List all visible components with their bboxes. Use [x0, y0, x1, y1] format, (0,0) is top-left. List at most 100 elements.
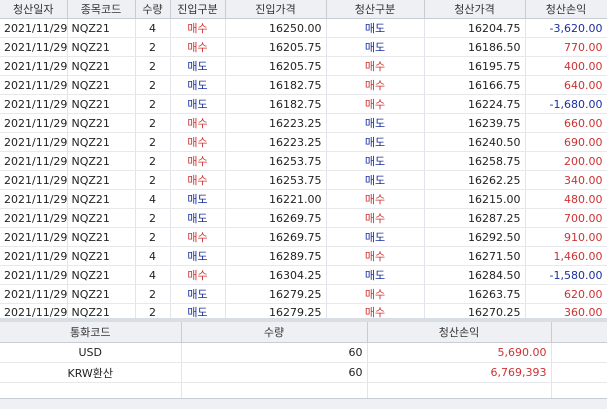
trade-exit-side: 매수 — [326, 75, 425, 95]
col-header-close-date[interactable]: 청산일자 — [0, 0, 68, 19]
table-row[interactable]: 2021/11/29 NQZ21 2 매수 16253.75 매도 16262.25 340.… — [0, 170, 607, 190]
table-row[interactable]: 2021/11/29 NQZ21 2 매도 16205.75 매수 16195.75 400.… — [0, 56, 607, 76]
trade-exit-side: 매수 — [326, 208, 425, 228]
trade-close-date: 2021/11/29 — [0, 94, 68, 114]
trade-close-date: 2021/11/29 — [0, 113, 68, 133]
summary-quantity: 60 — [181, 342, 368, 363]
trade-exit-side: 매수 — [326, 189, 425, 209]
trade-entry-price: 16250.00 — [225, 18, 327, 38]
trade-symbol: NQZ21 — [67, 227, 136, 247]
trade-pnl: 690.00 — [525, 132, 607, 152]
trade-entry-side: 매도 — [170, 189, 226, 209]
table-row[interactable]: 2021/11/29 NQZ21 2 매수 16205.75 매도 16186.50 770.… — [0, 37, 607, 57]
table-row[interactable]: 2021/11/29 NQZ21 2 매도 16279.25 매수 16263.75 620.… — [0, 284, 607, 304]
trade-close-date: 2021/11/29 — [0, 227, 68, 247]
trade-symbol: NQZ21 — [67, 18, 136, 38]
table-row[interactable]: 2021/11/29 NQZ21 2 매도 16269.75 매수 16287.25 700.… — [0, 208, 607, 228]
trade-rows: 2021/11/29 NQZ21 4 매수 16250.00 매도 16204.75 -3,6… — [0, 18, 607, 321]
trade-entry-price: 16253.75 — [225, 151, 327, 171]
trade-symbol: NQZ21 — [67, 56, 136, 76]
trade-exit-price: 16195.75 — [424, 56, 526, 76]
trade-entry-side: 매도 — [170, 75, 226, 95]
table-row[interactable]: 2021/11/29 NQZ21 2 매수 16253.75 매도 16258.75 200.… — [0, 151, 607, 171]
trade-symbol: NQZ21 — [67, 246, 136, 266]
trade-exit-price: 16271.50 — [424, 246, 526, 266]
trade-pnl: 1,460.00 — [525, 246, 607, 266]
trade-pnl: 700.00 — [525, 208, 607, 228]
trade-quantity: 2 — [135, 208, 171, 228]
trade-quantity: 2 — [135, 37, 171, 57]
table-row[interactable]: 2021/11/29 NQZ21 2 매수 16223.25 매도 16239.75 660.… — [0, 113, 607, 133]
trade-symbol: NQZ21 — [67, 94, 136, 114]
trade-close-date: 2021/11/29 — [0, 18, 68, 38]
summary-blank — [551, 342, 607, 363]
trade-quantity: 2 — [135, 151, 171, 171]
summary-pnl: 6,769,393 — [367, 362, 552, 383]
trade-close-date: 2021/11/29 — [0, 284, 68, 304]
trade-entry-price: 16269.75 — [225, 227, 327, 247]
trade-exit-side: 매도 — [326, 18, 425, 38]
summary-blank — [551, 362, 607, 383]
table-row[interactable]: 2021/11/29 NQZ21 4 매도 16289.75 매수 16271.50 1,46… — [0, 246, 607, 266]
col-header-pnl[interactable]: 청산손익 — [525, 0, 607, 19]
trade-quantity: 4 — [135, 265, 171, 285]
trade-entry-price: 16289.75 — [225, 246, 327, 266]
table-row[interactable]: 2021/11/29 NQZ21 2 매수 16269.75 매도 16292.50 910.… — [0, 227, 607, 247]
trade-entry-side: 매수 — [170, 113, 226, 133]
trade-history-table: 청산일자 종목코드 수량 진입구분 진입가격 청산구분 청산가격 청산손익 20… — [0, 0, 607, 321]
trade-pnl: -1,580.00 — [525, 265, 607, 285]
table-row[interactable]: 2021/11/29 NQZ21 4 매수 16304.25 매도 16284.50 -1,5… — [0, 265, 607, 285]
trade-exit-side: 매도 — [326, 227, 425, 247]
trade-exit-side: 매도 — [326, 151, 425, 171]
trade-quantity: 2 — [135, 227, 171, 247]
col-header-quantity[interactable]: 수량 — [135, 0, 171, 19]
trade-close-date: 2021/11/29 — [0, 56, 68, 76]
table-row[interactable]: 2021/11/29 NQZ21 2 매도 16182.75 매수 16166.75 640.… — [0, 75, 607, 95]
trade-symbol: NQZ21 — [67, 75, 136, 95]
trade-quantity: 2 — [135, 132, 171, 152]
trade-quantity: 2 — [135, 94, 171, 114]
trade-pnl: 200.00 — [525, 151, 607, 171]
col-header-entry-side[interactable]: 진입구분 — [170, 0, 226, 19]
trade-pnl: 770.00 — [525, 37, 607, 57]
col-header-exit-price[interactable]: 청산가격 — [424, 0, 526, 19]
trade-exit-price: 16262.25 — [424, 170, 526, 190]
summary-header-quantity[interactable]: 수량 — [181, 322, 368, 343]
trade-pnl: 640.00 — [525, 75, 607, 95]
trade-entry-price: 16253.75 — [225, 170, 327, 190]
trade-close-date: 2021/11/29 — [0, 265, 68, 285]
trade-entry-side: 매도 — [170, 94, 226, 114]
trade-exit-price: 16224.75 — [424, 94, 526, 114]
summary-row[interactable]: KRW환산 60 6,769,393 — [0, 362, 607, 383]
trade-quantity: 4 — [135, 189, 171, 209]
summary-currency: USD — [0, 342, 182, 363]
table-row[interactable]: 2021/11/29 NQZ21 2 매수 16223.25 매도 16240.50 690.… — [0, 132, 607, 152]
trade-close-date: 2021/11/29 — [0, 208, 68, 228]
summary-header-blank — [551, 322, 607, 343]
col-header-symbol[interactable]: 종목코드 — [67, 0, 136, 19]
trade-close-date: 2021/11/29 — [0, 132, 68, 152]
summary-header-currency[interactable]: 통화코드 — [0, 322, 182, 343]
trade-symbol: NQZ21 — [67, 284, 136, 304]
summary-row[interactable]: USD 60 5,690.00 — [0, 342, 607, 363]
horizontal-scrollbar[interactable] — [0, 398, 607, 409]
trade-exit-price: 16204.75 — [424, 18, 526, 38]
trade-symbol: NQZ21 — [67, 265, 136, 285]
table-row[interactable]: 2021/11/29 NQZ21 4 매도 16221.00 매수 16215.00 480.… — [0, 189, 607, 209]
table-row[interactable]: 2021/11/29 NQZ21 4 매수 16250.00 매도 16204.75 -3,6… — [0, 18, 607, 38]
trade-exit-side: 매도 — [326, 132, 425, 152]
trade-exit-price: 16263.75 — [424, 284, 526, 304]
trade-close-date: 2021/11/29 — [0, 170, 68, 190]
col-header-entry-price[interactable]: 진입가격 — [225, 0, 327, 19]
table-row[interactable]: 2021/11/29 NQZ21 2 매도 16182.75 매수 16224.75 -1,6… — [0, 94, 607, 114]
trade-exit-price: 16166.75 — [424, 75, 526, 95]
trade-entry-price: 16223.25 — [225, 113, 327, 133]
col-header-exit-side[interactable]: 청산구분 — [326, 0, 425, 19]
trade-close-date: 2021/11/29 — [0, 151, 68, 171]
summary-quantity: 60 — [181, 362, 368, 383]
summary-header-pnl[interactable]: 청산손익 — [367, 322, 552, 343]
trade-exit-side: 매수 — [326, 56, 425, 76]
trade-exit-price: 16186.50 — [424, 37, 526, 57]
trade-entry-side: 매도 — [170, 246, 226, 266]
trade-close-date: 2021/11/29 — [0, 75, 68, 95]
